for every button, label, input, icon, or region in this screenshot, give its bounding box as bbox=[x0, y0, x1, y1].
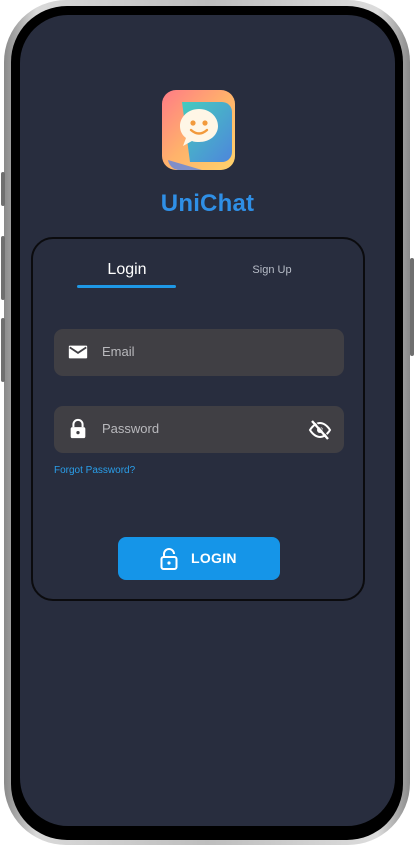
tab-signup[interactable]: Sign Up bbox=[222, 264, 322, 276]
password-field[interactable]: Password bbox=[54, 406, 344, 453]
forgot-password-link[interactable]: Forgot Password? bbox=[54, 465, 135, 476]
app-title: UniChat bbox=[160, 190, 255, 217]
login-button[interactable]: LOGIN bbox=[118, 537, 280, 580]
eye-off-icon[interactable] bbox=[308, 418, 332, 442]
email-field[interactable]: Email bbox=[54, 329, 344, 376]
unlock-icon bbox=[160, 548, 178, 570]
side-button-volume-down bbox=[1, 318, 5, 382]
mail-icon bbox=[67, 341, 89, 363]
password-placeholder: Password bbox=[102, 421, 160, 436]
app-logo-icon bbox=[162, 90, 235, 170]
tab-login[interactable]: Login bbox=[77, 261, 177, 279]
tab-active-indicator bbox=[77, 285, 176, 288]
side-button-power bbox=[410, 258, 414, 356]
login-button-label: LOGIN bbox=[191, 550, 237, 566]
lock-icon bbox=[67, 418, 89, 440]
email-placeholder: Email bbox=[102, 344, 135, 359]
side-button-volume-up bbox=[1, 236, 5, 300]
